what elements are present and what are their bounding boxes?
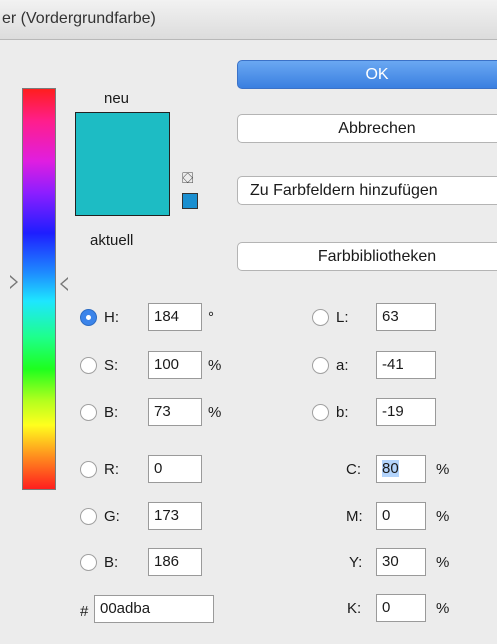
hue-label: H: xyxy=(104,309,119,326)
blue-label: B: xyxy=(104,554,119,571)
brightness-unit: % xyxy=(208,404,222,421)
blue-radio[interactable] xyxy=(80,554,97,571)
cyan-label: C: xyxy=(346,461,361,478)
red-field[interactable]: 0 xyxy=(148,455,202,483)
ok-button[interactable]: OK xyxy=(237,60,497,89)
spectrum-slider-right-handle[interactable] xyxy=(60,277,68,291)
yellow-unit: % xyxy=(436,554,450,571)
a-channel-label: a: xyxy=(336,357,349,374)
saturation-unit: % xyxy=(208,357,222,374)
cancel-button[interactable]: Abbrechen xyxy=(237,114,497,143)
a-channel-field[interactable]: -41 xyxy=(376,351,436,379)
add-to-swatches-button[interactable]: Zu Farbfeldern hinzufügen xyxy=(237,176,497,205)
saturation-field[interactable]: 100 xyxy=(148,351,202,379)
current-color-label: aktuell xyxy=(90,232,134,249)
lightness-field[interactable]: 63 xyxy=(376,303,436,331)
yellow-label: Y: xyxy=(349,554,363,571)
hex-label: # xyxy=(80,603,89,620)
green-radio[interactable] xyxy=(80,508,97,525)
blue-field[interactable]: 186 xyxy=(148,548,202,576)
brightness-radio[interactable] xyxy=(80,404,97,421)
green-label: G: xyxy=(104,508,120,525)
hue-spectrum-slider[interactable] xyxy=(22,88,56,490)
cyan-unit: % xyxy=(436,461,450,478)
saturation-radio[interactable] xyxy=(80,357,97,374)
b-channel-label: b: xyxy=(336,404,349,421)
color-preview xyxy=(75,112,170,216)
a-channel-radio[interactable] xyxy=(312,357,329,374)
hue-radio[interactable] xyxy=(80,309,97,326)
hex-field[interactable]: 00adba xyxy=(94,595,214,623)
green-field[interactable]: 173 xyxy=(148,502,202,530)
black-unit: % xyxy=(436,600,450,617)
black-field[interactable]: 0 xyxy=(376,594,426,622)
cube-icon[interactable]: ⛋ xyxy=(182,170,193,187)
magenta-label: M: xyxy=(346,508,363,525)
b-channel-field[interactable]: -19 xyxy=(376,398,436,426)
magenta-unit: % xyxy=(436,508,450,525)
red-radio[interactable] xyxy=(80,461,97,478)
current-color-swatch[interactable] xyxy=(76,164,169,215)
saturation-label: S: xyxy=(104,357,119,374)
cyan-field[interactable]: 80 xyxy=(376,455,426,483)
brightness-field[interactable]: 73 xyxy=(148,398,202,426)
red-label: R: xyxy=(104,461,119,478)
lightness-radio[interactable] xyxy=(312,309,329,326)
color-libraries-button[interactable]: Farbbibliotheken xyxy=(237,242,497,271)
b-channel-radio[interactable] xyxy=(312,404,329,421)
cyan-value: 80 xyxy=(382,460,399,477)
yellow-field[interactable]: 30 xyxy=(376,548,426,576)
hue-unit: ° xyxy=(208,309,214,326)
title-bar: er (Vordergrundfarbe) xyxy=(0,0,497,40)
web-safe-color-swatch[interactable] xyxy=(182,193,198,209)
lightness-label: L: xyxy=(336,309,349,326)
magenta-field[interactable]: 0 xyxy=(376,502,426,530)
new-color-label: neu xyxy=(104,90,130,107)
window-title: er (Vordergrundfarbe) xyxy=(2,10,156,27)
spectrum-slider-left-handle[interactable] xyxy=(10,275,18,289)
brightness-label: B: xyxy=(104,404,119,421)
black-label: K: xyxy=(347,600,362,617)
new-color-swatch xyxy=(76,113,169,164)
hue-field[interactable]: 184 xyxy=(148,303,202,331)
